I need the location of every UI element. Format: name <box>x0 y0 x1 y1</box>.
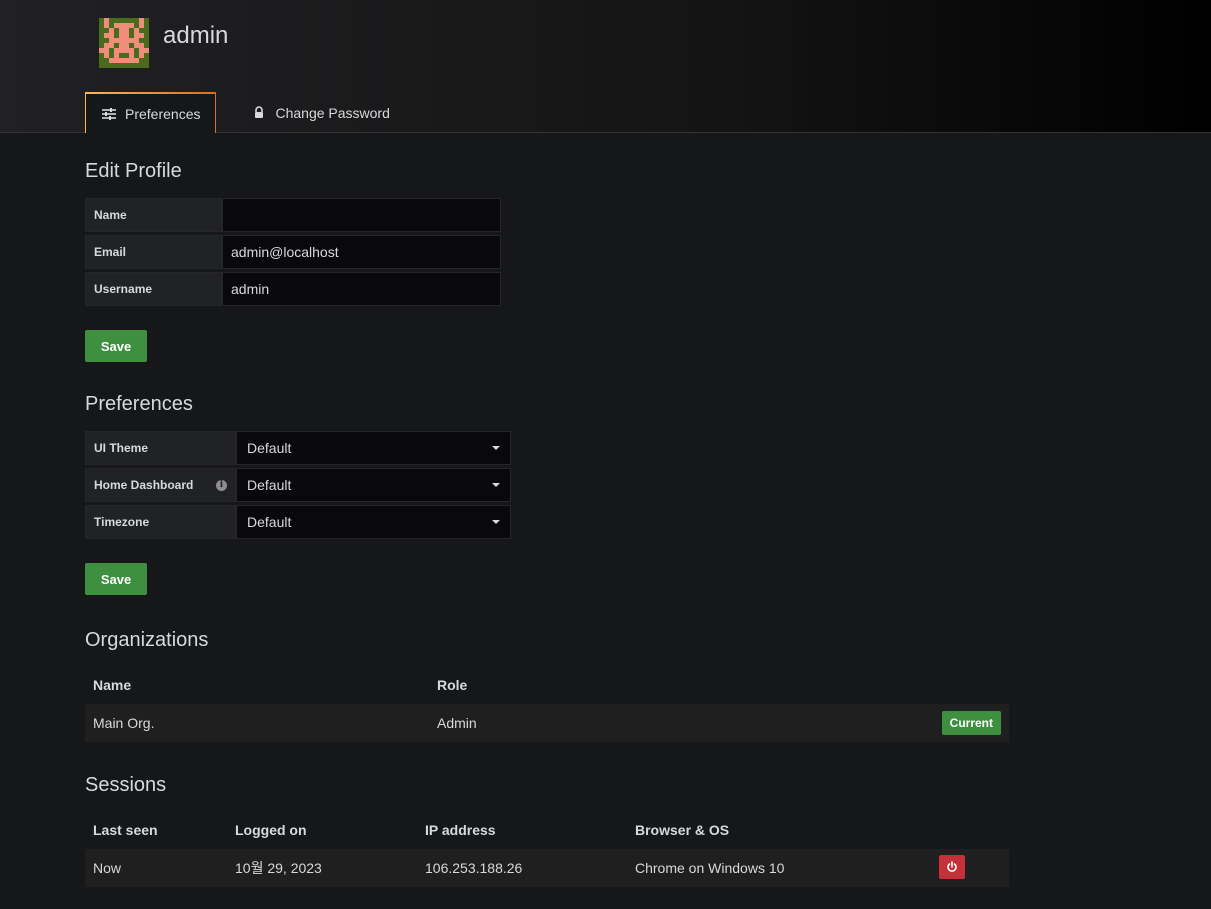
column-header-last-seen: Last seen <box>93 822 158 838</box>
home-dashboard-select[interactable]: Default <box>236 468 511 502</box>
tab-change-password[interactable]: Change Password <box>236 92 404 133</box>
organizations-title: Organizations <box>85 629 209 651</box>
home-dashboard-label: Home Dashboard i <box>85 468 236 502</box>
name-row: Name <box>85 198 501 232</box>
org-role: Admin <box>437 715 477 731</box>
session-logged-on: 10월 29, 2023 <box>235 860 322 876</box>
ui-theme-select[interactable]: Default <box>236 431 511 465</box>
save-profile-button[interactable]: Save <box>85 330 147 362</box>
page-title: admin <box>163 22 229 49</box>
sessions-title: Sessions <box>85 774 167 796</box>
home-dashboard-value: Default <box>247 477 292 493</box>
home-dashboard-row: Home Dashboard i Default <box>85 468 511 502</box>
email-input[interactable]: admin@localhost <box>222 235 501 269</box>
timezone-value: Default <box>247 514 292 530</box>
table-header: Name Role <box>85 666 1009 704</box>
username-label: Username <box>85 272 222 306</box>
table-row: Main Org. Admin Current <box>85 704 1009 742</box>
tab-bar: Preferences Change Password <box>85 92 405 134</box>
email-label: Email <box>85 235 222 269</box>
edit-profile-title: Edit Profile <box>85 160 182 182</box>
avatar <box>99 18 149 68</box>
session-ip-address: 106.253.188.26 <box>425 860 523 876</box>
sessions-table: Last seen Logged on IP address Browser &… <box>85 811 1009 887</box>
current-badge: Current <box>941 711 1001 735</box>
caret-down-icon <box>492 446 500 450</box>
column-header-role: Role <box>437 677 468 693</box>
timezone-select[interactable]: Default <box>236 505 511 539</box>
preferences-title: Preferences <box>85 393 193 415</box>
tab-label: Preferences <box>125 105 201 122</box>
table-header: Last seen Logged on IP address Browser &… <box>85 811 1009 849</box>
column-header-name: Name <box>93 677 132 693</box>
ui-theme-label: UI Theme <box>85 431 236 465</box>
revoke-session-button[interactable] <box>939 855 965 879</box>
name-input[interactable] <box>222 198 501 232</box>
save-preferences-button[interactable]: Save <box>85 563 147 595</box>
column-header-ip-address: IP address <box>425 822 496 838</box>
column-header-logged-on: Logged on <box>235 822 307 838</box>
caret-down-icon <box>492 483 500 487</box>
home-dashboard-label-text: Home Dashboard <box>94 478 194 492</box>
org-name: Main Org. <box>93 715 155 731</box>
ui-theme-row: UI Theme Default <box>85 431 511 465</box>
lock-icon <box>251 105 267 120</box>
username-row: Username admin <box>85 272 501 306</box>
timezone-row: Timezone Default <box>85 505 511 539</box>
info-icon[interactable]: i <box>216 479 227 491</box>
session-last-seen: Now <box>93 860 122 876</box>
power-icon <box>947 861 957 872</box>
username-input[interactable]: admin <box>222 272 501 306</box>
organizations-table: Name Role Main Org. Admin Current <box>85 666 1009 742</box>
caret-down-icon <box>492 520 500 524</box>
sliders-icon <box>101 107 117 121</box>
tab-label: Change Password <box>275 104 390 121</box>
timezone-label: Timezone <box>85 505 236 539</box>
name-label: Name <box>85 198 222 232</box>
column-header-browser-os: Browser & OS <box>635 822 730 838</box>
page-header: admin Preferences Change Password <box>0 0 1211 134</box>
email-row: Email admin@localhost <box>85 235 501 269</box>
session-browser-os: Chrome on Windows 10 <box>635 860 785 876</box>
table-row: Now 10월 29, 2023 106.253.188.26 Chrome o… <box>85 849 1009 887</box>
ui-theme-value: Default <box>247 440 292 456</box>
tab-preferences[interactable]: Preferences <box>85 92 217 134</box>
